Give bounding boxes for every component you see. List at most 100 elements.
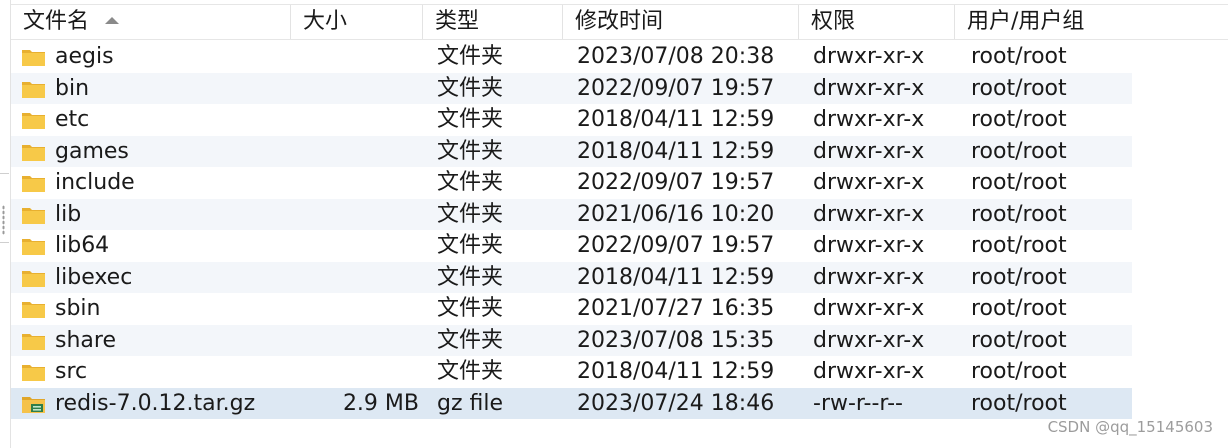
column-header-permissions-label: 权限: [811, 9, 856, 34]
column-header-size-label: 大小: [303, 9, 348, 34]
file-size: [301, 104, 419, 136]
file-modified: 2018/04/11 12:59: [577, 107, 775, 132]
file-row[interactable]: games 文件夹 2018/04/11 12:59 drwxr-xr-x root/r…: [11, 135, 1132, 167]
file-type: 文件夹: [437, 296, 504, 321]
file-permissions: drwxr-xr-x: [813, 359, 925, 384]
folder-icon: [21, 267, 47, 289]
file-permissions: -rw-r--r--: [813, 390, 903, 416]
file-modified: 2018/04/11 12:59: [577, 359, 775, 384]
file-name: lib: [55, 201, 82, 227]
folder-icon: [21, 172, 47, 194]
column-header-modified-label: 修改时间: [575, 9, 664, 34]
folder-icon: [21, 46, 47, 68]
folder-icon: [21, 204, 47, 226]
column-header-owner-label: 用户/用户组: [967, 9, 1085, 34]
file-modified: 2023/07/08 20:38: [577, 44, 775, 69]
folder-icon: [21, 298, 47, 320]
file-list[interactable]: 文件名 大小 类型 修改时间 权限 用户/用户组 aegis 文件夹 2023/07…: [11, 0, 1228, 448]
file-type: 文件夹: [437, 359, 504, 384]
file-owner: root/root: [971, 233, 1067, 258]
file-owner: root/root: [971, 170, 1067, 195]
file-name: include: [55, 170, 135, 195]
file-permissions: drwxr-xr-x: [813, 107, 925, 132]
column-header-modified[interactable]: 修改时间: [563, 5, 799, 39]
file-name: bin: [55, 75, 90, 101]
file-permissions: drwxr-xr-x: [813, 44, 925, 69]
file-size: [301, 262, 419, 294]
file-row[interactable]: lib 文件夹 2021/06/16 10:20 drwxr-xr-x root/roo…: [11, 198, 1132, 230]
file-type: 文件夹: [437, 327, 504, 353]
file-size: [301, 325, 419, 357]
file-owner: root/root: [971, 107, 1067, 132]
file-owner: root/root: [971, 264, 1067, 290]
file-row[interactable]: etc 文件夹 2018/04/11 12:59 drwxr-xr-x root/roo…: [11, 104, 1132, 136]
file-type: 文件夹: [437, 44, 504, 69]
column-header-type-label: 类型: [435, 9, 480, 34]
file-owner: root/root: [971, 75, 1067, 101]
file-modified: 2022/09/07 19:57: [577, 75, 775, 101]
file-row[interactable]: share 文件夹 2023/07/08 15:35 drwxr-xr-x root/r…: [11, 324, 1132, 357]
column-header-name[interactable]: 文件名: [11, 5, 291, 39]
column-header-type[interactable]: 类型: [423, 5, 563, 39]
file-size: [301, 41, 419, 73]
file-row[interactable]: redis-7.0.12.tar.gz 2.9 MB gz file 2023/07/…: [11, 387, 1132, 419]
file-modified: 2018/04/11 12:59: [577, 138, 775, 164]
folder-icon: [21, 141, 47, 163]
file-browser-window: 文件名 大小 类型 修改时间 权限 用户/用户组 aegis 文件夹 2023/07…: [0, 0, 1228, 448]
file-owner: root/root: [971, 327, 1067, 353]
file-type: 文件夹: [437, 233, 504, 258]
file-row[interactable]: src 文件夹 2018/04/11 12:59 drwxr-xr-x root/roo…: [11, 356, 1132, 388]
file-permissions: drwxr-xr-x: [813, 233, 925, 258]
column-header-name-label: 文件名: [23, 9, 90, 34]
folder-icon: [21, 235, 47, 257]
archive-file-icon: [21, 393, 47, 415]
watermark: CSDN @qq_15145603: [1047, 418, 1213, 436]
column-header-owner[interactable]: 用户/用户组: [955, 5, 1228, 39]
folder-icon: [21, 78, 47, 100]
file-size: [301, 73, 419, 105]
file-permissions: drwxr-xr-x: [813, 327, 925, 353]
file-modified: 2021/06/16 10:20: [577, 201, 775, 227]
file-type: 文件夹: [437, 264, 504, 290]
file-owner: root/root: [971, 44, 1067, 69]
file-name: libexec: [55, 264, 133, 290]
file-modified: 2022/09/07 19:57: [577, 233, 775, 258]
file-row[interactable]: bin 文件夹 2022/09/07 19:57 drwxr-xr-x root/roo…: [11, 72, 1132, 105]
file-name: redis-7.0.12.tar.gz: [55, 390, 256, 416]
file-size: [301, 230, 419, 262]
file-owner: root/root: [971, 390, 1067, 416]
file-name: src: [55, 359, 88, 384]
file-row[interactable]: include 文件夹 2022/09/07 19:57 drwxr-xr-x root…: [11, 167, 1132, 199]
file-size: [301, 293, 419, 325]
file-row[interactable]: lib64 文件夹 2022/09/07 19:57 drwxr-xr-x root/r…: [11, 230, 1132, 262]
file-type: gz file: [437, 390, 504, 416]
file-modified: 2018/04/11 12:59: [577, 264, 775, 290]
file-type: 文件夹: [437, 138, 504, 164]
column-header-size[interactable]: 大小: [291, 5, 423, 39]
column-header-permissions[interactable]: 权限: [799, 5, 955, 39]
file-type: 文件夹: [437, 170, 504, 195]
sort-ascending-icon[interactable]: [105, 17, 120, 24]
file-type: 文件夹: [437, 75, 504, 101]
file-name: etc: [55, 107, 90, 132]
file-type: 文件夹: [437, 201, 504, 227]
file-row[interactable]: sbin 文件夹 2021/07/27 16:35 drwxr-xr-x root/ro…: [11, 293, 1132, 325]
file-name: sbin: [55, 296, 101, 321]
file-modified: 2022/09/07 19:57: [577, 170, 775, 195]
file-modified: 2023/07/24 18:46: [577, 390, 775, 416]
file-owner: root/root: [971, 359, 1067, 384]
file-owner: root/root: [971, 138, 1067, 164]
folder-icon: [21, 330, 47, 352]
file-name: lib64: [55, 233, 110, 258]
file-row[interactable]: aegis 文件夹 2023/07/08 20:38 drwxr-xr-x root/r…: [11, 41, 1132, 73]
file-row[interactable]: libexec 文件夹 2018/04/11 12:59 drwxr-xr-x root…: [11, 261, 1132, 294]
pane-splitter[interactable]: [0, 0, 11, 448]
file-permissions: drwxr-xr-x: [813, 75, 925, 101]
file-permissions: drwxr-xr-x: [813, 264, 925, 290]
file-name: share: [55, 327, 116, 353]
splitter-grip-icon[interactable]: [2, 205, 5, 235]
file-type: 文件夹: [437, 107, 504, 132]
file-name: games: [55, 138, 129, 164]
file-owner: root/root: [971, 201, 1067, 227]
folder-icon: [21, 109, 47, 131]
